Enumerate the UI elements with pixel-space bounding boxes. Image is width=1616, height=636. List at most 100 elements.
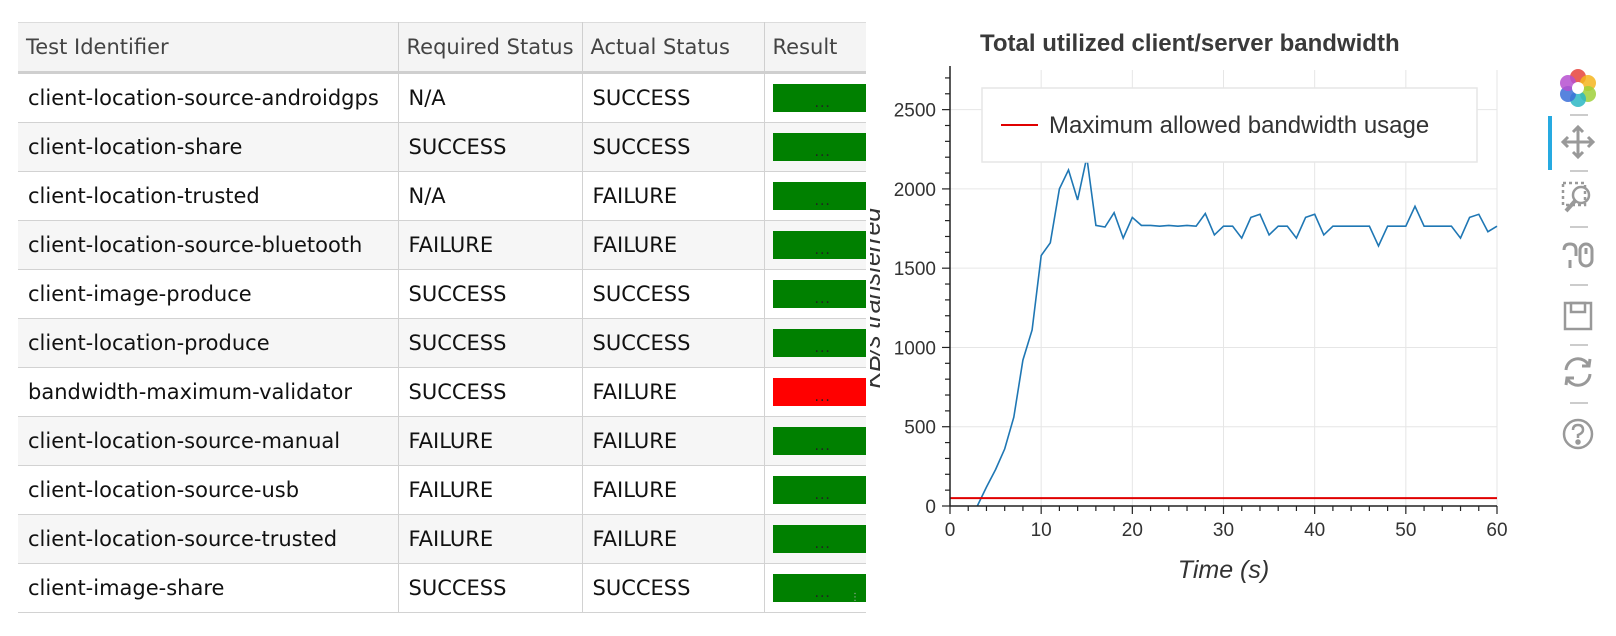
bandwidth-series-line	[976, 157, 1498, 507]
results-table: Test Identifier Required Status Actual S…	[18, 22, 866, 613]
required-status-cell: N/A	[398, 72, 583, 123]
toolbar-divider	[1570, 344, 1588, 346]
result-pass-indicator[interactable]: ...	[772, 280, 866, 308]
column-header-test-identifier[interactable]: Test Identifier	[18, 22, 399, 74]
result-pass-indicator[interactable]: ...	[772, 182, 866, 210]
y-tick-label: 0	[925, 497, 936, 518]
y-tick-label: 2000	[894, 180, 936, 201]
column-header-actual-status[interactable]: Actual Status	[582, 22, 765, 74]
result-details-ellipsis: ...	[814, 144, 831, 160]
test-identifier-cell: client-location-trusted	[18, 171, 399, 221]
toolbar-divider	[1570, 402, 1588, 404]
result-details-ellipsis: ...	[814, 340, 831, 356]
actual-status-cell: SUCCESS	[582, 269, 765, 319]
table-row[interactable]: client-image-produce SUCCESS SUCCESS...	[18, 269, 866, 319]
result-cell: ...	[764, 72, 866, 123]
table-row[interactable]: client-location-source-trusted FAILURE FAI…	[18, 514, 866, 564]
column-header-result[interactable]: Result	[764, 22, 866, 74]
x-axis-label: Time (s)	[1178, 556, 1269, 584]
chart-title: Total utilized client/server bandwidth	[980, 30, 1400, 57]
test-identifier-cell: client-image-produce	[18, 269, 399, 319]
table-row[interactable]: client-location-source-androidgps N/A SUCC…	[18, 72, 866, 123]
table-body: client-location-source-androidgps N/A SUCC…	[18, 72, 866, 613]
bokeh-logo-icon[interactable]	[1558, 68, 1598, 108]
actual-status-cell: SUCCESS	[582, 318, 765, 368]
reset-icon[interactable]	[1558, 352, 1598, 392]
required-status-cell: SUCCESS	[398, 318, 583, 368]
test-identifier-cell: client-location-source-manual	[18, 416, 399, 466]
actual-status-cell: SUCCESS	[582, 72, 765, 123]
active-tool-indicator	[1548, 116, 1552, 170]
actual-status-cell: SUCCESS	[582, 563, 765, 613]
toolbar-divider	[1570, 170, 1588, 172]
result-cell: ...	[764, 269, 866, 319]
toolbar-divider	[1570, 226, 1588, 228]
bandwidth-chart[interactable]: 0 10 20 30 40 50 60 0 500 1000 1500 2000 2500 Time (…	[870, 60, 1546, 600]
result-cell: ...	[764, 220, 866, 270]
required-status-cell: FAILURE	[398, 465, 583, 515]
table-row[interactable]: client-location-produce SUCCESS SUCCESS...	[18, 318, 866, 368]
required-status-cell: SUCCESS	[398, 563, 583, 613]
wheel-zoom-icon[interactable]	[1558, 236, 1598, 276]
result-details-ellipsis: ...	[814, 242, 831, 258]
result-cell: ...	[764, 367, 866, 417]
result-cell: ...	[764, 514, 866, 564]
result-pass-indicator[interactable]: ...	[772, 84, 866, 112]
test-identifier-cell: client-location-share	[18, 122, 399, 172]
required-status-cell: SUCCESS	[398, 367, 583, 417]
legend-label-max-bandwidth: Maximum allowed bandwidth usage	[1049, 112, 1429, 139]
table-resize-handle[interactable]: ⋮	[850, 592, 860, 606]
result-pass-indicator[interactable]: ...	[772, 133, 866, 161]
table-row[interactable]: client-location-source-bluetooth FAILURE F…	[18, 220, 866, 270]
result-pass-indicator[interactable]: ...	[772, 525, 866, 553]
result-details-ellipsis: ...	[814, 536, 831, 552]
actual-status-cell: FAILURE	[582, 416, 765, 466]
test-identifier-cell: client-image-share	[18, 563, 399, 613]
actual-status-cell: FAILURE	[582, 220, 765, 270]
toolbar-divider	[1570, 284, 1588, 286]
y-axis-label: KB/s transferred	[870, 207, 886, 389]
column-header-required-status[interactable]: Required Status	[398, 22, 583, 74]
x-tick-label: 30	[1213, 520, 1234, 541]
result-cell: ...	[764, 465, 866, 515]
x-tick-label: 60	[1486, 520, 1507, 541]
x-tick-label: 0	[945, 520, 956, 541]
result-pass-indicator[interactable]: ...	[772, 231, 866, 259]
test-identifier-cell: client-location-source-bluetooth	[18, 220, 399, 270]
test-identifier-cell: client-location-produce	[18, 318, 399, 368]
help-icon[interactable]	[1558, 414, 1598, 454]
chart-legend[interactable]: Maximum allowed bandwidth usage	[981, 87, 1478, 163]
y-tick-label: 2500	[894, 101, 936, 122]
x-tick-label: 40	[1304, 520, 1325, 541]
result-details-ellipsis: ...	[814, 585, 831, 601]
result-details-ellipsis: ...	[814, 389, 831, 405]
result-fail-indicator[interactable]: ...	[772, 378, 866, 406]
result-pass-indicator[interactable]: ...	[772, 476, 866, 504]
actual-status-cell: SUCCESS	[582, 122, 765, 172]
box-zoom-icon[interactable]	[1558, 178, 1598, 218]
table-row[interactable]: client-location-source-usb FAILURE FAILURE…	[18, 465, 866, 515]
result-pass-indicator[interactable]: ...	[772, 329, 866, 357]
y-tick-label: 1000	[894, 338, 936, 359]
result-pass-indicator[interactable]: ...	[772, 427, 866, 455]
table-row[interactable]: client-location-source-manual FAILURE FAIL…	[18, 416, 866, 466]
table-row[interactable]: client-location-trusted N/A FAILURE...	[18, 171, 866, 221]
actual-status-cell: FAILURE	[582, 171, 765, 221]
required-status-cell: FAILURE	[398, 220, 583, 270]
actual-status-cell: FAILURE	[582, 367, 765, 417]
pan-icon[interactable]	[1558, 122, 1598, 162]
test-identifier-cell: client-location-source-usb	[18, 465, 399, 515]
y-tick-label: 1500	[894, 259, 936, 280]
result-cell: ...	[764, 416, 866, 466]
actual-status-cell: FAILURE	[582, 465, 765, 515]
test-identifier-cell: bandwidth-maximum-validator	[18, 367, 399, 417]
test-identifier-cell: client-location-source-trusted	[18, 514, 399, 564]
table-row[interactable]: client-location-share SUCCESS SUCCESS...	[18, 122, 866, 172]
save-icon[interactable]	[1558, 296, 1598, 336]
result-details-ellipsis: ...	[814, 438, 831, 454]
required-status-cell: SUCCESS	[398, 269, 583, 319]
table-row[interactable]: bandwidth-maximum-validator SUCCESS FAILUR…	[18, 367, 866, 417]
table-row[interactable]: client-image-share SUCCESS SUCCESS...	[18, 563, 866, 613]
result-cell: ...	[764, 122, 866, 172]
result-details-ellipsis: ...	[814, 487, 831, 503]
